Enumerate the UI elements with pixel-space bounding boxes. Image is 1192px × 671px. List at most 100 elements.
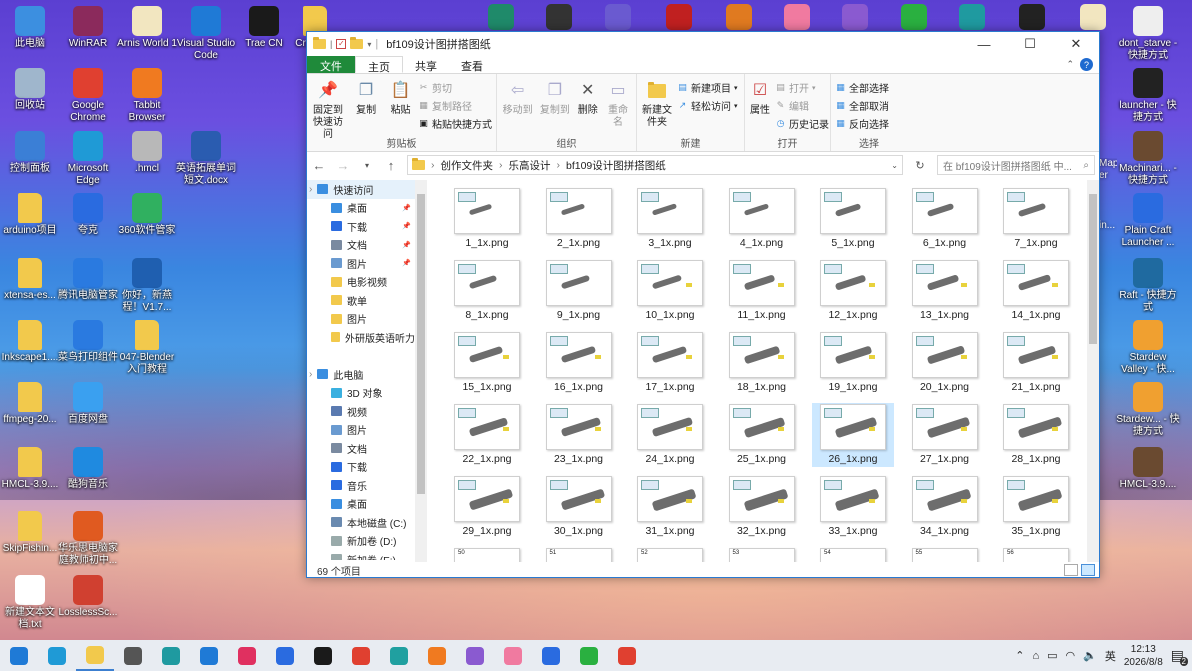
notification-center-icon[interactable]: ▤ 2 [1171, 647, 1188, 666]
file-item[interactable]: 5_1x.png [813, 188, 893, 250]
volume-icon[interactable]: 🔈 [1083, 649, 1097, 662]
open-button[interactable]: ▤ 打开 ▾ [775, 80, 829, 95]
chevron-right-icon[interactable]: › [309, 184, 312, 195]
back-button[interactable]: ← [311, 158, 327, 173]
file-item[interactable]: 9_1x.png [539, 260, 619, 322]
battery-icon[interactable]: ▭ [1047, 649, 1057, 662]
file-item[interactable]: 7_1x.png [996, 188, 1076, 250]
file-item[interactable]: 4_1x.png [722, 188, 802, 250]
desktop-icon[interactable]: LosslessSc... [56, 575, 120, 619]
taskbar-app[interactable] [0, 640, 38, 671]
file-item[interactable]: 55 [905, 548, 985, 562]
nav-item[interactable]: 电影视频 [307, 273, 415, 292]
desktop-app-icon[interactable] [959, 4, 985, 30]
file-item[interactable]: 54 [813, 548, 893, 562]
taskbar-app[interactable] [418, 640, 456, 671]
pin-icon[interactable]: 📌 [402, 241, 415, 249]
desktop-icon[interactable]: Inkscape1.... [0, 320, 62, 364]
nav-item[interactable]: 外研版英语听力 [307, 328, 415, 347]
desktop-icon[interactable]: WinRAR [56, 6, 120, 50]
file-item[interactable]: 31_1x.png [630, 476, 710, 538]
taskbar-app[interactable] [494, 640, 532, 671]
nav-item[interactable]: 新加卷 (D:) [307, 532, 415, 551]
nav-item[interactable]: › 快速访问 [307, 180, 415, 199]
tab-view[interactable]: 查看 [449, 56, 495, 73]
taskbar-app[interactable] [76, 640, 114, 671]
pin-icon[interactable]: 📌 [402, 222, 415, 230]
nav-item[interactable]: 下载 [307, 458, 415, 477]
wifi-icon[interactable]: ◠ [1066, 649, 1076, 662]
taskbar-app[interactable] [532, 640, 570, 671]
copy-to-button[interactable]: ❐ 复制到 [538, 78, 571, 137]
desktop-icon[interactable]: Stardew... - 快捷方式 [1116, 382, 1180, 438]
desktop-icon[interactable]: 新建文本文档.txt [0, 575, 62, 631]
nav-item[interactable]: 桌面 📌 [307, 199, 415, 218]
recent-locations-icon[interactable]: ▾ [359, 161, 375, 170]
desktop-app-icon[interactable] [605, 4, 631, 30]
desktop-icon[interactable]: Tabbit Browser [115, 68, 179, 124]
details-view-button[interactable] [1064, 564, 1078, 576]
properties-button[interactable]: ☑ 属性 [749, 78, 771, 137]
nav-item[interactable]: 音乐 [307, 476, 415, 495]
nav-item[interactable]: 下载 📌 [307, 217, 415, 236]
breadcrumb[interactable]: 创作文件夹 [441, 158, 494, 173]
select-all-button[interactable]: ▦ 全部选择 [835, 80, 889, 95]
new-folder-quick-icon[interactable] [350, 37, 364, 49]
desktop-icon[interactable]: 酷狗音乐 [56, 447, 120, 491]
taskbar-app[interactable] [304, 640, 342, 671]
customize-quick-access-icon[interactable]: ▾ [367, 40, 371, 49]
file-item[interactable]: 8_1x.png [447, 260, 527, 322]
search-input[interactable]: 在 bf109设计图拼搭图纸 中... ⌕ [937, 155, 1095, 175]
desktop-icon[interactable]: arduino项目 [0, 193, 62, 237]
nav-item[interactable]: 新加卷 (E:) [307, 550, 415, 560]
taskbar-app[interactable] [114, 640, 152, 671]
edit-button[interactable]: ✎ 编辑 [775, 98, 829, 113]
input-language[interactable]: 英 [1105, 648, 1116, 664]
desktop-icon[interactable]: Machinari... - 快捷方式 [1116, 131, 1180, 187]
desktop-icon[interactable]: HMCL-3.9.... [0, 447, 62, 491]
copy-button[interactable]: ❐ 复制 [349, 78, 383, 137]
taskbar-app[interactable] [38, 640, 76, 671]
desktop-app-icon[interactable] [901, 4, 927, 30]
file-item[interactable]: 20_1x.png [905, 332, 985, 394]
desktop-icon[interactable]: launcher - 快捷方式 [1116, 68, 1180, 124]
maximize-button[interactable]: ☐ [1007, 32, 1053, 56]
desktop-icon[interactable]: Stardew Valley - 快... [1116, 320, 1180, 376]
file-item[interactable]: 52 [630, 548, 710, 562]
tab-home[interactable]: 主页 [355, 56, 403, 74]
nav-item[interactable]: 视频 [307, 402, 415, 421]
desktop-icon[interactable]: 回收站 [0, 68, 62, 112]
file-item[interactable]: 50 [447, 548, 527, 562]
desktop-app-icon[interactable] [546, 4, 572, 30]
nav-item[interactable]: 本地磁盘 (C:) [307, 513, 415, 532]
taskbar-app[interactable] [380, 640, 418, 671]
chevron-right-icon[interactable]: › [309, 369, 312, 380]
properties-quick-icon[interactable]: ✓ [336, 39, 347, 49]
nav-item[interactable]: 歌单 [307, 291, 415, 310]
desktop-icon[interactable]: dont_starve - 快捷方式 [1116, 6, 1180, 62]
nav-item[interactable]: 3D 对象 [307, 384, 415, 403]
desktop-app-icon[interactable] [1019, 4, 1045, 30]
file-item[interactable]: 12_1x.png [813, 260, 893, 322]
file-item[interactable]: 18_1x.png [722, 332, 802, 394]
desktop-icon[interactable]: Microsoft Edge [56, 131, 120, 187]
desktop-icon[interactable]: .hmcl [115, 131, 179, 175]
desktop-app-icon[interactable] [842, 4, 868, 30]
desktop-icon[interactable]: 英语拓展单词短文.docx [174, 131, 238, 187]
file-item[interactable]: 15_1x.png [447, 332, 527, 394]
nav-item[interactable]: 图片 [307, 421, 415, 440]
desktop-icon[interactable]: 360软件管家 [115, 193, 179, 237]
desktop-app-icon[interactable] [488, 4, 514, 30]
file-item[interactable]: 1_1x.png [447, 188, 527, 250]
history-button[interactable]: ◷ 历史记录 [775, 116, 829, 131]
tab-file[interactable]: 文件 [307, 56, 355, 73]
address-bar[interactable]: › 创作文件夹 › 乐高设计 › bf109设计图拼搭图纸 ⌄ [407, 155, 903, 175]
move-to-button[interactable]: ⇦ 移动到 [501, 78, 534, 137]
desktop-icon[interactable]: 腾讯电脑管家 [56, 258, 120, 302]
invert-selection-button[interactable]: ▦ 反向选择 [835, 116, 889, 131]
file-item[interactable]: 23_1x.png [539, 404, 619, 466]
breadcrumb[interactable]: bf109设计图拼搭图纸 [566, 158, 666, 173]
taskbar-app[interactable] [342, 640, 380, 671]
file-item[interactable]: 26_1x.png [812, 403, 894, 467]
file-item[interactable]: 17_1x.png [630, 332, 710, 394]
